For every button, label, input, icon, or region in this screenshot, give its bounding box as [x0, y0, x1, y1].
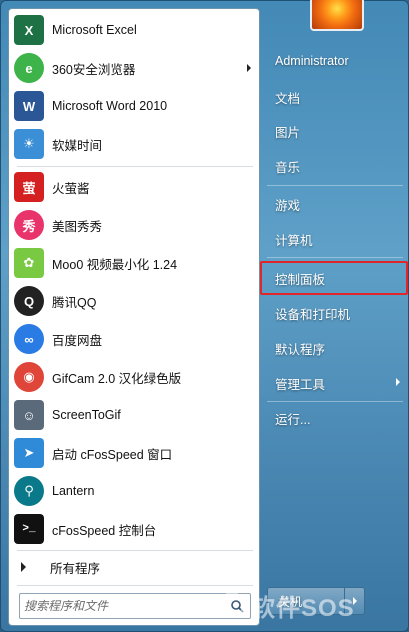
separator	[17, 585, 253, 586]
program-label: Moo0 视频最小化 1.24	[52, 257, 178, 272]
program-label: Microsoft Word 2010	[52, 99, 168, 113]
program-label: GifCam 2.0 汉化绿色版	[52, 371, 182, 386]
program-label: 百度网盘	[52, 333, 103, 348]
right-item-games[interactable]: 游戏	[263, 189, 408, 219]
program-label: ScreenToGif	[52, 408, 121, 422]
separator	[17, 166, 253, 167]
right-item-devices-printers[interactable]: 设备和打印机	[263, 298, 408, 328]
lantern-icon: ⚲	[14, 476, 44, 506]
shutdown-label: 关机	[278, 594, 303, 609]
separator	[267, 401, 403, 402]
program-item-screentogif[interactable]: ☺ ScreenToGif	[9, 397, 259, 433]
cfosspeed-icon: ➤	[14, 438, 44, 468]
magnifier-icon	[231, 600, 244, 613]
right-item-label: 游戏	[275, 198, 301, 213]
right-item-label: 管理工具	[275, 377, 326, 392]
all-programs-button[interactable]: 所有程序	[9, 553, 259, 581]
qq-icon: Q	[14, 286, 44, 316]
user-avatar[interactable]	[310, 0, 364, 31]
program-item-qq[interactable]: Q 腾讯QQ	[9, 283, 259, 319]
program-item-huoying[interactable]: 萤 火萤酱	[9, 169, 259, 205]
right-item-label: 运行...	[275, 412, 311, 427]
360-browser-icon: e	[14, 53, 44, 83]
screentogif-icon: ☺	[14, 400, 44, 430]
arrow-right-icon	[396, 378, 400, 386]
console-icon: >_	[14, 514, 44, 544]
arrow-right-icon	[352, 597, 357, 605]
right-item-run[interactable]: 运行...	[263, 403, 408, 433]
search-box	[19, 593, 251, 619]
right-item-label: 设备和打印机	[275, 307, 351, 322]
program-label: 美图秀秀	[52, 219, 103, 234]
search-button[interactable]	[226, 595, 248, 617]
program-label: 360安全浏览器	[52, 62, 136, 77]
moo0-icon: ✿	[14, 248, 44, 278]
program-item-gifcam[interactable]: ◉ GifCam 2.0 汉化绿色版	[9, 359, 259, 395]
highlight-box	[260, 261, 408, 295]
submenu-arrow-icon	[247, 64, 251, 72]
search-input[interactable]	[24, 595, 226, 617]
shutdown-options-button[interactable]	[344, 588, 364, 614]
program-item-cfosspeed-window[interactable]: ➤ 启动 cFosSpeed 窗口	[9, 435, 259, 471]
right-item-default-programs[interactable]: 默认程序	[263, 333, 408, 363]
arrow-right-icon	[21, 562, 26, 572]
word-icon: W	[14, 91, 44, 121]
program-item-cfosspeed-console[interactable]: >_ cFosSpeed 控制台	[9, 511, 259, 547]
right-item-label: 默认程序	[275, 342, 326, 357]
start-menu: X Microsoft Excel e 360安全浏览器 W Microsoft…	[0, 0, 409, 632]
program-label: Lantern	[52, 484, 95, 498]
program-item-excel[interactable]: X Microsoft Excel	[9, 12, 259, 48]
program-item-lantern[interactable]: ⚲ Lantern	[9, 473, 259, 509]
meitu-icon: 秀	[14, 210, 44, 240]
program-item-ruanmei-time[interactable]: ☀ 软媒时间	[9, 126, 259, 162]
program-item-baidu-netdisk[interactable]: ∞ 百度网盘	[9, 321, 259, 357]
program-item-meitu[interactable]: 秀 美图秀秀	[9, 207, 259, 243]
right-item-admin-tools[interactable]: 管理工具	[263, 368, 408, 398]
right-item-label: 计算机	[275, 233, 313, 248]
program-item-360-browser[interactable]: e 360安全浏览器	[9, 50, 259, 86]
shutdown-button[interactable]: 关机	[267, 587, 365, 615]
program-label: 腾讯QQ	[52, 295, 97, 310]
right-item-label: 文档	[275, 91, 301, 106]
user-label: Administrator	[275, 54, 349, 68]
right-item-user[interactable]: Administrator	[263, 46, 408, 76]
right-item-computer[interactable]: 计算机	[263, 224, 408, 254]
right-item-documents[interactable]: 文档	[263, 82, 408, 112]
weather-clock-icon: ☀	[14, 129, 44, 159]
separator	[267, 185, 403, 186]
all-programs-label: 所有程序	[50, 561, 101, 576]
program-label: 火萤酱	[52, 181, 90, 196]
right-item-pictures[interactable]: 图片	[263, 116, 408, 146]
program-label: 软媒时间	[52, 138, 103, 153]
excel-icon: X	[14, 15, 44, 45]
right-item-music[interactable]: 音乐	[263, 151, 408, 181]
program-label: cFosSpeed 控制台	[52, 523, 157, 538]
right-item-label: 图片	[275, 125, 301, 140]
program-label: Microsoft Excel	[52, 23, 137, 37]
right-item-label: 音乐	[275, 160, 301, 175]
gifcam-icon: ◉	[14, 362, 44, 392]
programs-panel: X Microsoft Excel e 360安全浏览器 W Microsoft…	[8, 8, 260, 626]
program-item-word[interactable]: W Microsoft Word 2010	[9, 88, 259, 124]
huoying-icon: 萤	[14, 172, 44, 202]
program-label: 启动 cFosSpeed 窗口	[52, 447, 173, 462]
program-item-moo0[interactable]: ✿ Moo0 视频最小化 1.24	[9, 245, 259, 281]
separator	[267, 257, 403, 258]
separator	[17, 550, 253, 551]
baidu-netdisk-icon: ∞	[14, 324, 44, 354]
